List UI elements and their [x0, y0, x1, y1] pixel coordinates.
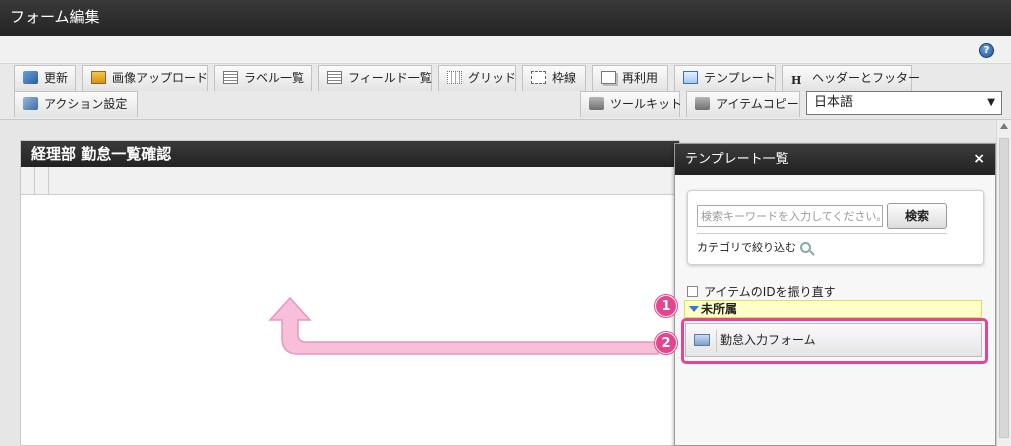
- action-settings-button[interactable]: アクション設定: [14, 91, 138, 117]
- border-icon: [531, 71, 546, 84]
- ruler-cell: [21, 167, 35, 194]
- category-filter-label: カテゴリで絞り込む: [697, 241, 796, 254]
- form-ruler: [21, 167, 679, 195]
- field-list-label: フィールド一覧: [348, 71, 432, 85]
- template-label: テンプレート: [704, 71, 776, 85]
- refresh-icon: [23, 71, 38, 84]
- callout-badge-1: 1: [655, 295, 677, 317]
- field-list-button[interactable]: フィールド一覧: [318, 65, 432, 91]
- label-list-label: ラベル一覧: [244, 71, 305, 85]
- toolkit-button[interactable]: ツールキット: [580, 91, 683, 117]
- category-filter-link[interactable]: カテゴリで絞り込む: [697, 239, 811, 255]
- border-button[interactable]: 枠線: [522, 65, 586, 91]
- header-footer-icon: H: [791, 74, 802, 87]
- highlight-frame: [681, 318, 988, 364]
- refresh-button[interactable]: 更新: [14, 65, 76, 91]
- magnifier-icon: [800, 242, 811, 253]
- image-upload-label: 画像アップロード: [112, 71, 209, 85]
- form-title: 経理部 勤怠一覧確認: [21, 141, 679, 167]
- reassign-id-label: アイテムのIDを振り直す: [704, 285, 836, 299]
- grid-label: グリッド: [468, 71, 517, 85]
- grid-button[interactable]: グリッド: [438, 65, 516, 91]
- template-search-box: 検索 カテゴリで絞り込む: [687, 190, 984, 265]
- action-icon: [23, 97, 38, 110]
- label-list-icon: [223, 71, 238, 84]
- help-icon[interactable]: ?: [979, 43, 994, 58]
- grid-icon: [447, 71, 462, 84]
- scroll-up-icon[interactable]: [1000, 123, 1008, 129]
- template-panel-header: テンプレート一覧 ×: [675, 144, 995, 175]
- header-footer-label: ヘッダーとフッター: [812, 71, 921, 85]
- chevron-down-icon: ▼: [987, 97, 995, 108]
- toolkit-label: ツールキット: [610, 97, 683, 111]
- image-upload-button[interactable]: 画像アップロード: [82, 65, 208, 91]
- folder-unassigned[interactable]: 未所属: [684, 300, 982, 318]
- border-label: 枠線: [552, 71, 577, 85]
- refresh-label: 更新: [44, 71, 69, 85]
- item-copy-button[interactable]: アイテムコピー: [686, 91, 800, 117]
- folder-label: 未所属: [701, 302, 738, 316]
- help-bar: ?: [0, 36, 1011, 64]
- language-value: 日本語: [814, 95, 854, 110]
- search-input[interactable]: [697, 205, 883, 227]
- reuse-button[interactable]: 再利用: [592, 65, 668, 91]
- ruler-cell: [35, 167, 49, 194]
- template-icon: [683, 71, 698, 84]
- drag-arrow-icon: [268, 296, 659, 355]
- item-copy-label: アイテムコピー: [716, 97, 799, 111]
- expand-triangle-icon[interactable]: [689, 306, 699, 312]
- reuse-icon: [601, 71, 616, 84]
- template-panel-title: テンプレート一覧: [685, 152, 789, 167]
- template-button[interactable]: テンプレート: [674, 65, 776, 91]
- scroll-thumb[interactable]: [999, 138, 1009, 438]
- template-list-panel: テンプレート一覧 × 検索 カテゴリで絞り込む アイテムのIDを振り直す 未所属…: [674, 143, 996, 446]
- vertical-scrollbar[interactable]: [996, 120, 1011, 446]
- reassign-id-option[interactable]: アイテムのIDを振り直す: [687, 283, 836, 300]
- image-upload-icon: [91, 71, 106, 84]
- reassign-id-checkbox[interactable]: [687, 286, 698, 297]
- toolkit-icon: [589, 97, 604, 110]
- window-title: フォーム編集: [0, 0, 1011, 36]
- search-divider: [697, 233, 947, 234]
- item-copy-icon: [695, 97, 710, 110]
- label-list-button[interactable]: ラベル一覧: [214, 65, 312, 91]
- callout-badge-2: 2: [655, 332, 677, 354]
- action-settings-label: アクション設定: [44, 97, 128, 111]
- header-footer-button[interactable]: H ヘッダーとフッター: [782, 65, 920, 91]
- close-icon[interactable]: ×: [973, 144, 985, 175]
- search-button[interactable]: 検索: [887, 203, 947, 229]
- language-select[interactable]: 日本語 ▼: [806, 91, 1002, 115]
- reuse-label: 再利用: [622, 71, 659, 85]
- field-list-icon: [327, 71, 342, 84]
